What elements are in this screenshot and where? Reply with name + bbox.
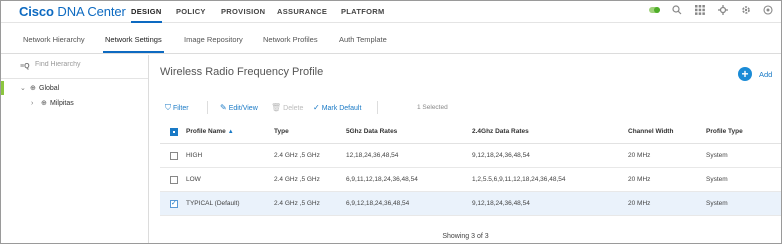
find-hierarchy-input[interactable] [35,61,135,68]
tab-network-hierarchy[interactable]: Network Hierarchy [23,35,85,44]
row-checkbox[interactable] [170,151,178,160]
cell-24ghz-rates: 1,2,5.5,6,9,11,12,18,24,36,48,54 [470,167,626,192]
filter-icon: ⛉ [165,103,171,112]
cell-5ghz-rates: 6,9,11,12,18,24,36,48,54 [344,167,470,192]
top-nav: Cisco DNA Center DESIGN POLICY PROVISION… [1,1,781,23]
page-title: Wireless Radio Frequency Profile [160,66,324,78]
row-select-cell [160,191,184,216]
table-toolbar: ⛉ Filter ✎ Edit/View 🗑 Delete ✓ Mark Default… [150,99,781,117]
col-channel-width[interactable]: Channel Width [626,119,704,144]
cell-24ghz-rates: 9,12,18,24,36,48,54 [470,191,626,216]
trash-icon: 🗑 [271,103,282,112]
row-checkbox[interactable] [170,175,178,184]
search-icon[interactable] [671,5,683,17]
table-row[interactable]: LOW 2.4 GHz ,5 GHz 6,9,11,12,18,24,36,48… [160,167,781,192]
tab-network-settings[interactable]: Network Settings [103,35,164,53]
tools-icon[interactable] [717,5,729,17]
filter-label: Filter [173,105,189,112]
filter-list-icon: ≡Q [20,63,30,70]
delete-button[interactable]: 🗑 Delete [271,103,303,112]
select-all-cell [160,119,184,144]
tree-item-milpitas[interactable]: › ⊕ Milpitas [31,99,74,107]
find-hierarchy-row: ≡Q [1,55,148,79]
cell-profile-type: System [704,167,781,192]
chevron-right-icon[interactable]: › [31,100,41,107]
cell-profile-type: System [704,143,781,168]
sort-ascending-icon: ▲ [227,129,234,135]
row-select-cell [160,167,184,192]
pagination-summary: Showing 3 of 3 [442,233,489,240]
brand-logo[interactable]: Cisco DNA Center [19,4,126,19]
brand-name-rest: DNA Center [53,4,126,19]
building-icon: ⊕ [41,100,47,107]
tree-label: Milpitas [50,100,74,107]
globe-icon: ⊕ [30,85,36,92]
sub-nav: Network Hierarchy Network Settings Image… [1,24,781,54]
tab-image-repository[interactable]: Image Repository [184,35,243,44]
nav-design[interactable]: DESIGN [131,7,162,23]
add-label: Add [759,70,773,79]
col-type[interactable]: Type [272,119,344,144]
checkmark-icon: ✓ [313,103,320,112]
edit-view-label: Edit/View [228,105,258,112]
sidebar: ≡Q ⌄⊕Global ›⊕Milpitas [1,55,149,243]
mark-default-label: Mark Default [321,105,362,112]
cell-type: 2.4 GHz ,5 GHz [272,191,344,216]
chevron-down-icon[interactable]: ⌄ [20,84,30,92]
cell-type: 2.4 GHz ,5 GHz [272,143,344,168]
rf-profile-table: Profile Name ▲ Type 5Ghz Data Rates 2.4Gh… [160,119,781,216]
filter-button[interactable]: ⛉ Filter [165,103,189,113]
tree-row-global: ⌄ ⊕ Global [20,84,59,92]
select-all-checkbox[interactable] [170,127,178,136]
col-profile-type[interactable]: Profile Type [704,119,781,144]
edit-view-button[interactable]: ✎ Edit/View [220,103,258,112]
cell-profile-name: HIGH [184,143,272,168]
apps-grid-icon[interactable] [694,5,706,17]
cell-profile-name: LOW [184,167,272,192]
selected-count: 1 Selected [417,104,448,111]
row-select-cell [160,143,184,168]
cell-channel-width: 20 MHz [626,191,704,216]
help-icon[interactable] [762,5,774,17]
toolbar-divider [207,101,208,114]
add-button[interactable]: + Add [738,67,778,81]
plus-icon: + [738,67,752,81]
tree-item-global[interactable]: ⌄ ⊕ Global [1,81,148,95]
pencil-icon: ✎ [220,103,227,112]
nav-assurance[interactable]: ASSURANCE [277,7,327,16]
cell-type: 2.4 GHz ,5 GHz [272,167,344,192]
table-row[interactable]: TYPICAL (Default) 2.4 GHz ,5 GHz 6,9,12,… [160,191,781,216]
brand-name-bold: Cisco [19,4,54,19]
row-checkbox[interactable] [170,199,178,208]
cell-5ghz-rates: 6,9,12,18,24,36,48,54 [344,191,470,216]
col-profile-name[interactable]: Profile Name ▲ [184,119,272,144]
status-toggle-icon[interactable] [649,5,661,17]
app-window: Cisco DNA Center DESIGN POLICY PROVISION… [0,0,782,244]
cell-profile-name: TYPICAL (Default) [184,191,272,216]
main-content: Wireless Radio Frequency Profile + Add ⛉… [150,55,781,243]
cell-profile-type: System [704,191,781,216]
cell-5ghz-rates: 12,18,24,36,48,54 [344,143,470,168]
tab-network-profiles[interactable]: Network Profiles [263,35,318,44]
col-5ghz-rates[interactable]: 5Ghz Data Rates [344,119,470,144]
col-label: Profile Name [186,128,226,135]
cell-24ghz-rates: 9,12,18,24,36,48,54 [470,143,626,168]
settings-gear-icon[interactable] [740,5,752,17]
cell-channel-width: 20 MHz [626,167,704,192]
cell-channel-width: 20 MHz [626,143,704,168]
col-24ghz-rates[interactable]: 2.4Ghz Data Rates [470,119,626,144]
table-header-row: Profile Name ▲ Type 5Ghz Data Rates 2.4Gh… [160,119,781,144]
nav-provision[interactable]: PROVISION [221,7,265,16]
tab-auth-template[interactable]: Auth Template [339,35,387,44]
nav-policy[interactable]: POLICY [176,7,206,16]
table-row[interactable]: HIGH 2.4 GHz ,5 GHz 12,18,24,36,48,54 9,… [160,143,781,168]
toolbar-divider [377,101,378,114]
nav-platform[interactable]: PLATFORM [341,7,385,16]
tree-label: Global [39,85,60,92]
mark-default-button[interactable]: ✓ Mark Default [313,103,361,112]
delete-label: Delete [283,105,304,112]
